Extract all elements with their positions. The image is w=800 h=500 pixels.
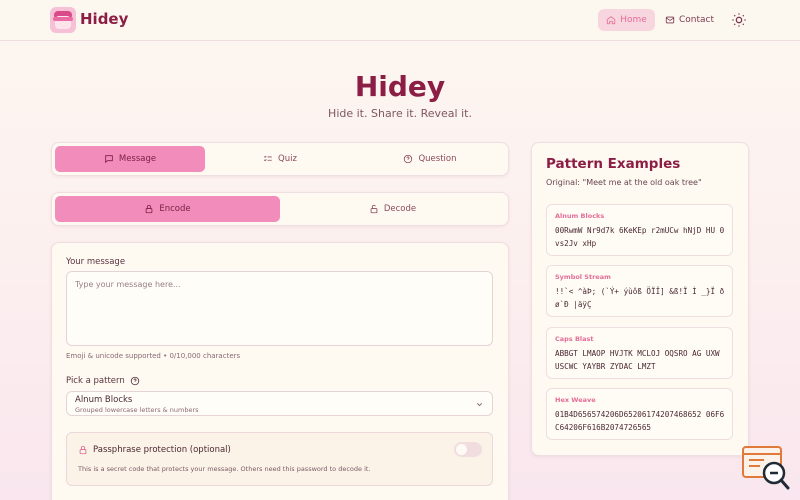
example-code: 00RwmW Nr9d7k 6KeKEp r2mUCw hNjD HU 0vs2… bbox=[555, 226, 725, 248]
nav-contact-label: Contact bbox=[679, 15, 715, 25]
example-code: ABBGT LMAOP HVJTK MCLOJ OQSRO AG UXW USC… bbox=[555, 349, 720, 371]
nav-home-label: Home bbox=[620, 15, 647, 25]
example-card: Symbol Stream !!`< ^àÞ; (`Ý+ ýùôß ÖÏÎ] &… bbox=[546, 265, 733, 317]
tab-message-label: Message bbox=[118, 154, 157, 164]
message-input[interactable]: Type your message here... bbox=[66, 271, 493, 346]
page-title: Hidey bbox=[354, 70, 446, 103]
tab-question[interactable]: Question bbox=[355, 146, 505, 172]
example-code: !!`< ^àÞ; (`Ý+ ýùôß ÖÏÎ] &ß!Ï Ì _}Ï ðø`Ð… bbox=[555, 287, 725, 309]
example-name: Alnum Blocks bbox=[555, 212, 605, 220]
unlock-icon bbox=[370, 204, 378, 214]
tab-decode[interactable]: Decode bbox=[280, 196, 505, 222]
pattern-select[interactable]: Alnum Blocks Grouped lowercase letters &… bbox=[66, 391, 493, 416]
lock-icon bbox=[79, 445, 87, 455]
brand-name[interactable]: Hidey bbox=[80, 10, 128, 28]
example-name: Caps Blast bbox=[555, 335, 594, 343]
example-name: Symbol Stream bbox=[555, 273, 611, 281]
message-help-text: Emoji & unicode supported • 0/10,000 cha… bbox=[66, 352, 241, 360]
mail-icon bbox=[665, 16, 675, 24]
top-navbar: Hidey Home Contact bbox=[0, 0, 800, 41]
feedback-widget-icon[interactable] bbox=[742, 446, 790, 492]
tab-quiz[interactable]: Quiz bbox=[205, 146, 355, 172]
passphrase-toggle[interactable] bbox=[454, 442, 482, 457]
tab-encode-label: Encode bbox=[159, 204, 191, 214]
action-tabs: Encode Decode bbox=[51, 192, 509, 226]
tab-question-label: Question bbox=[418, 154, 457, 164]
chevron-down-icon bbox=[476, 403, 483, 407]
passphrase-label: Passphrase protection (optional) bbox=[93, 445, 231, 455]
examples-title: Pattern Examples bbox=[546, 156, 681, 172]
example-code: 01B4D656574206D65206174207468652 06F6C64… bbox=[555, 410, 725, 432]
example-name: Hex Weave bbox=[555, 396, 596, 404]
pattern-label: Pick a pattern bbox=[66, 376, 140, 386]
lock-icon bbox=[146, 204, 153, 214]
tab-decode-label: Decode bbox=[383, 204, 417, 214]
passphrase-help-text: This is a secret code that protects your… bbox=[78, 465, 371, 473]
page-subtitle: Hide it. Share it. Reveal it. bbox=[328, 107, 472, 120]
examples-original-text: Original: "Meet me at the old oak tree" bbox=[546, 178, 702, 187]
example-card: Caps Blast ABBGT LMAOP HVJTK MCLOJ OQSRO… bbox=[546, 327, 733, 379]
checklist-icon bbox=[264, 155, 272, 162]
help-circle-icon[interactable] bbox=[130, 376, 140, 386]
tab-encode[interactable]: Encode bbox=[55, 196, 280, 222]
speech-bubble-icon bbox=[105, 155, 113, 164]
sun-icon[interactable] bbox=[731, 12, 747, 28]
tab-message[interactable]: Message bbox=[55, 146, 205, 172]
pattern-label-text: Pick a pattern bbox=[66, 376, 125, 386]
help-circle-icon bbox=[404, 154, 413, 164]
message-label: Your message bbox=[66, 257, 126, 267]
pattern-select-description: Grouped lowercase letters & numbers bbox=[75, 406, 199, 414]
example-card: Alnum Blocks 00RwmW Nr9d7k 6KeKEp r2mUCw… bbox=[546, 204, 733, 256]
passphrase-panel: Passphrase protection (optional) This is… bbox=[66, 432, 493, 486]
home-icon bbox=[607, 16, 616, 25]
tab-quiz-label: Quiz bbox=[278, 154, 297, 164]
mode-tabs: Message Quiz Question bbox=[51, 142, 509, 176]
logo-icon[interactable] bbox=[50, 7, 76, 33]
example-card: Hex Weave 01B4D656574206D652061742074686… bbox=[546, 388, 733, 440]
nav-home-link[interactable]: Home bbox=[598, 9, 655, 31]
nav-contact-link[interactable]: Contact bbox=[665, 9, 717, 31]
pattern-select-value: Alnum Blocks bbox=[75, 395, 133, 405]
